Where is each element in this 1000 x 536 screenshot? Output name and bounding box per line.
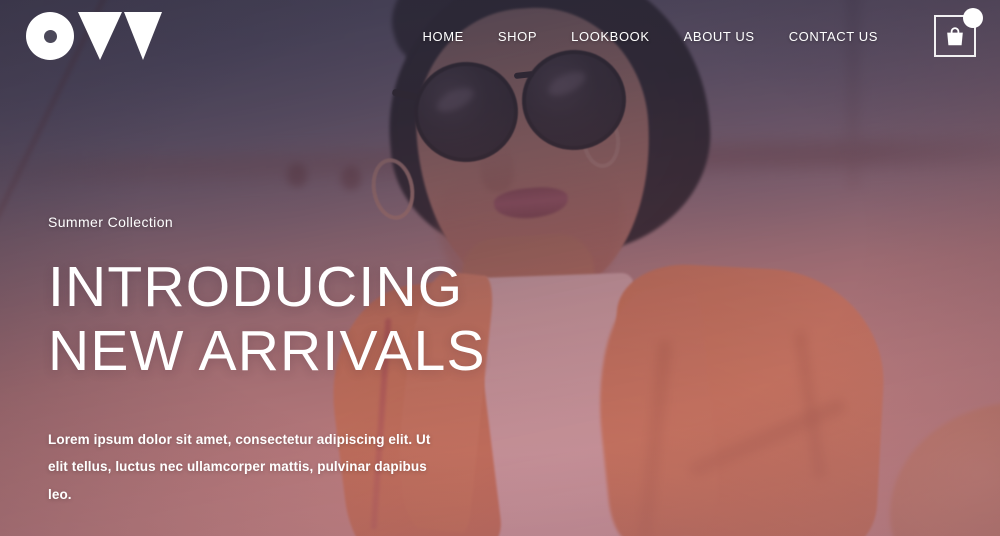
hero-eyebrow: Summer Collection	[48, 214, 174, 230]
shopping-bag-icon	[947, 26, 963, 45]
nav-link-lookbook[interactable]: LOOKBOOK	[571, 29, 650, 44]
hero-headline-line-2: NEW ARRIVALS	[48, 318, 486, 383]
hero-content: Summer Collection INTRODUCING NEW ARRIVA…	[48, 214, 528, 536]
logo-triangle-left	[78, 12, 122, 60]
nav-link-contact-us[interactable]: CONTACT US	[789, 29, 878, 44]
nav-link-home[interactable]: HOME	[423, 29, 464, 44]
nav-link-about-us[interactable]: ABOUT US	[684, 29, 755, 44]
cart-badge	[963, 8, 983, 28]
hero-headline-line-1: INTRODUCING	[48, 255, 464, 319]
cart-button[interactable]	[934, 8, 983, 57]
hero-description: Lorem ipsum dolor sit amet, consectetur …	[48, 426, 448, 509]
logo-o-icon	[26, 12, 74, 60]
hero-headline: INTRODUCING NEW ARRIVALS	[48, 255, 528, 384]
site-header: HOME SHOP LOOKBOOK ABOUT US CONTACT US	[0, 0, 1000, 72]
nav-link-shop[interactable]: SHOP	[498, 29, 537, 44]
primary-navigation: HOME SHOP LOOKBOOK ABOUT US CONTACT US	[423, 8, 983, 57]
hero-banner: HOME SHOP LOOKBOOK ABOUT US CONTACT US S…	[0, 0, 1000, 536]
brand-logo[interactable]	[26, 12, 162, 60]
logo-triangle-right	[124, 12, 162, 60]
logo-w-icon	[78, 12, 162, 60]
